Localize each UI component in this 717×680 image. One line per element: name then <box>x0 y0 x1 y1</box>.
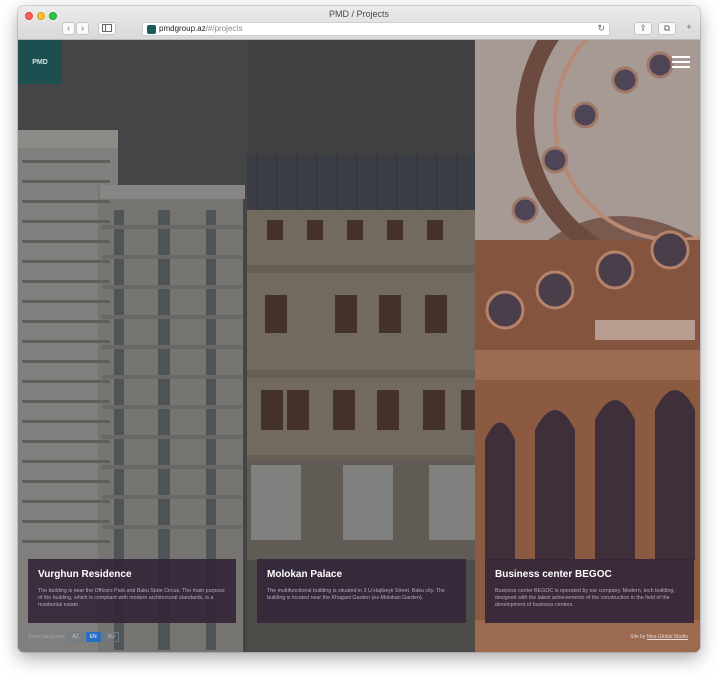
credit-link[interactable]: Idea Global Studio <box>647 634 688 640</box>
project-description: The multifunctional building is situated… <box>267 588 445 601</box>
new-tab-button[interactable]: + <box>682 22 696 35</box>
language-label: Select language: <box>28 634 66 640</box>
site-credit: Site by Idea Global Studio <box>630 634 688 640</box>
project-description: The building is near the Officers Park a… <box>38 588 225 608</box>
page-viewport: PMD Vurghun Residence The building is ne… <box>18 40 700 652</box>
chevron-right-icon: › <box>81 23 84 33</box>
credit-prefix: Site by <box>630 634 646 640</box>
window-title: PMD / Projects <box>328 9 389 19</box>
project-title: Vurghun Residence <box>38 569 132 580</box>
site-favicon-icon <box>147 25 156 34</box>
project-title: Molokan Palace <box>267 569 343 580</box>
browser-titlebar: PMD / Projects ‹ › pmdgroup.az/#/project… <box>18 6 700 40</box>
project-description: Business center BEGOC is operated by our… <box>495 588 675 608</box>
browser-window: PMD / Projects ‹ › pmdgroup.az/#/project… <box>18 6 700 652</box>
hamburger-menu-icon[interactable] <box>672 56 690 71</box>
tabs-icon: ⧉ <box>663 23 671 33</box>
language-selector: Select language: AZ EN RU <box>28 632 119 642</box>
project-card-vurghun[interactable]: Vurghun Residence The building is near t… <box>28 559 236 623</box>
project-title: Business center BEGOC <box>495 569 612 580</box>
plus-icon: + <box>686 22 692 32</box>
chevron-left-icon: ‹ <box>67 23 70 33</box>
logo-text: PMD <box>32 58 48 66</box>
language-ru[interactable]: RU <box>103 632 119 642</box>
sidebar-icon <box>102 24 112 32</box>
project-card-begoc[interactable]: Business center BEGOC Business center BE… <box>485 559 694 623</box>
address-bar[interactable]: pmdgroup.az/#/projects ↻ <box>142 22 610 36</box>
language-en[interactable]: EN <box>85 632 101 642</box>
url-host: pmdgroup.az <box>159 24 206 33</box>
pmd-logo[interactable]: PMD <box>18 40 62 84</box>
share-icon: ⇪ <box>639 23 647 33</box>
tabs-overview-button[interactable]: ⧉ <box>658 22 676 35</box>
reload-icon[interactable]: ↻ <box>597 23 605 34</box>
sidebar-button[interactable] <box>98 22 116 35</box>
url-path: /#/projects <box>205 24 243 33</box>
project-card-molokan[interactable]: Molokan Palace The multifunctional build… <box>257 559 466 623</box>
language-az[interactable]: AZ <box>68 632 83 642</box>
forward-button[interactable]: › <box>76 22 89 35</box>
back-button[interactable]: ‹ <box>62 22 75 35</box>
share-button[interactable]: ⇪ <box>634 22 652 35</box>
